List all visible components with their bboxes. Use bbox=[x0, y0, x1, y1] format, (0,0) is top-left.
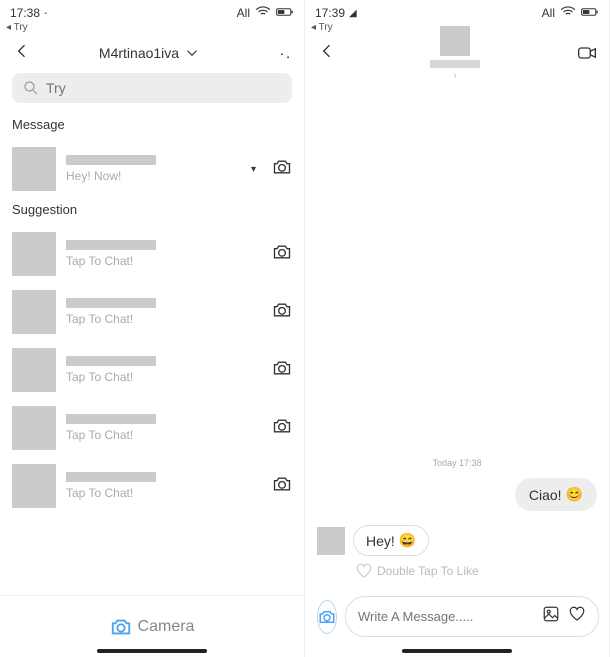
message-input[interactable] bbox=[358, 609, 534, 624]
camera-icon[interactable] bbox=[272, 416, 292, 441]
status-time: 17:38 bbox=[10, 6, 40, 20]
username-redacted bbox=[66, 155, 156, 165]
header-title-text: M4rtinao1iva bbox=[99, 45, 179, 61]
inbox-header: M4rtinao1iva ·. bbox=[0, 33, 304, 73]
avatar bbox=[440, 26, 470, 56]
camera-icon bbox=[318, 609, 336, 625]
wifi-icon bbox=[254, 3, 272, 24]
sent-text: Ciao! bbox=[529, 487, 562, 503]
back-button[interactable] bbox=[12, 41, 32, 66]
section-message-label: Message bbox=[0, 113, 304, 140]
video-call-button[interactable] bbox=[573, 43, 597, 63]
home-indicator[interactable] bbox=[402, 649, 512, 653]
status-bar: 17:39 ◢ All bbox=[305, 0, 609, 22]
status-bar: 17:38 - All bbox=[0, 0, 304, 22]
suggestion-preview: Tap To Chat! bbox=[66, 486, 262, 500]
avatar bbox=[12, 406, 56, 450]
dm-inbox-screen: 17:38 - All ◂ Try M4rtinao1iva ·. Messa bbox=[0, 0, 305, 657]
back-to-app[interactable]: ◂ Try bbox=[0, 22, 304, 33]
compose-input-wrap[interactable] bbox=[345, 596, 599, 637]
suggestion-row[interactable]: Tap To Chat! bbox=[0, 341, 304, 399]
received-text: Hey! bbox=[366, 533, 395, 549]
chat-timestamp: Today 17:38 bbox=[317, 458, 597, 468]
battery-icon bbox=[581, 3, 599, 24]
gallery-icon[interactable] bbox=[542, 605, 560, 628]
account-switcher[interactable]: M4rtinao1iva bbox=[32, 44, 268, 62]
status-network: All bbox=[542, 6, 555, 20]
status-network: All bbox=[237, 6, 250, 20]
avatar bbox=[12, 232, 56, 276]
camera-icon bbox=[110, 617, 132, 637]
camera-icon[interactable] bbox=[272, 300, 292, 325]
suggestion-preview: Tap To Chat! bbox=[66, 370, 262, 384]
heart-icon bbox=[355, 562, 373, 580]
status-sub: - bbox=[44, 8, 47, 19]
message-preview: Hey! Now! bbox=[66, 169, 241, 183]
camera-button[interactable] bbox=[317, 600, 337, 634]
camera-icon[interactable] bbox=[272, 358, 292, 383]
chat-header: › bbox=[305, 33, 609, 73]
avatar bbox=[317, 527, 345, 555]
avatar bbox=[12, 290, 56, 334]
username-redacted bbox=[66, 356, 156, 366]
username-redacted bbox=[66, 414, 156, 424]
chat-messages[interactable]: Today 17:38 Ciao! 😊 Hey! 😄 Double Tap To… bbox=[305, 73, 609, 590]
username-redacted bbox=[66, 240, 156, 250]
username-redacted bbox=[66, 298, 156, 308]
suggestion-row[interactable]: Tap To Chat! bbox=[0, 225, 304, 283]
status-time: 17:39 bbox=[315, 6, 345, 20]
suggestion-preview: Tap To Chat! bbox=[66, 254, 262, 268]
search-icon bbox=[22, 79, 40, 97]
message-row[interactable]: Hey! Now! ▾ bbox=[0, 140, 304, 198]
battery-icon bbox=[276, 3, 294, 24]
message-composer bbox=[305, 590, 609, 657]
search-bar[interactable] bbox=[12, 73, 292, 103]
chat-thread-screen: 17:39 ◢ All ◂ Try › Today 17:38 Ciao! 😊 bbox=[305, 0, 610, 657]
bottom-camera-bar[interactable]: Camera bbox=[0, 595, 304, 657]
avatar bbox=[12, 348, 56, 392]
received-message[interactable]: Hey! 😄 bbox=[353, 525, 429, 556]
suggestion-preview: Tap To Chat! bbox=[66, 312, 262, 326]
camera-icon[interactable] bbox=[272, 242, 292, 267]
chevron-down-icon bbox=[183, 44, 201, 62]
avatar bbox=[12, 464, 56, 508]
heart-icon[interactable] bbox=[568, 605, 586, 628]
search-input[interactable] bbox=[46, 80, 282, 96]
wifi-icon bbox=[559, 3, 577, 24]
suggestion-row[interactable]: Tap To Chat! bbox=[0, 457, 304, 515]
suggestion-row[interactable]: Tap To Chat! bbox=[0, 399, 304, 457]
avatar bbox=[12, 147, 56, 191]
unread-dot-icon: ▾ bbox=[251, 164, 256, 175]
double-tap-hint: Double Tap To Like bbox=[355, 562, 597, 580]
back-button[interactable] bbox=[317, 41, 337, 66]
suggestion-preview: Tap To Chat! bbox=[66, 428, 262, 442]
camera-label: Camera bbox=[138, 618, 195, 636]
sent-message[interactable]: Ciao! 😊 bbox=[515, 478, 597, 511]
emoji-grin-icon: 😄 bbox=[399, 532, 416, 549]
header-more[interactable]: ·. bbox=[268, 45, 292, 61]
home-indicator[interactable] bbox=[97, 649, 207, 653]
username-redacted bbox=[66, 472, 156, 482]
section-suggestion-label: Suggestion bbox=[0, 198, 304, 225]
camera-icon[interactable] bbox=[272, 157, 292, 182]
suggestion-row[interactable]: Tap To Chat! bbox=[0, 283, 304, 341]
username-redacted bbox=[430, 60, 480, 68]
location-icon: ◢ bbox=[349, 8, 357, 19]
camera-icon[interactable] bbox=[272, 474, 292, 499]
emoji-smile-icon: 😊 bbox=[566, 486, 583, 503]
